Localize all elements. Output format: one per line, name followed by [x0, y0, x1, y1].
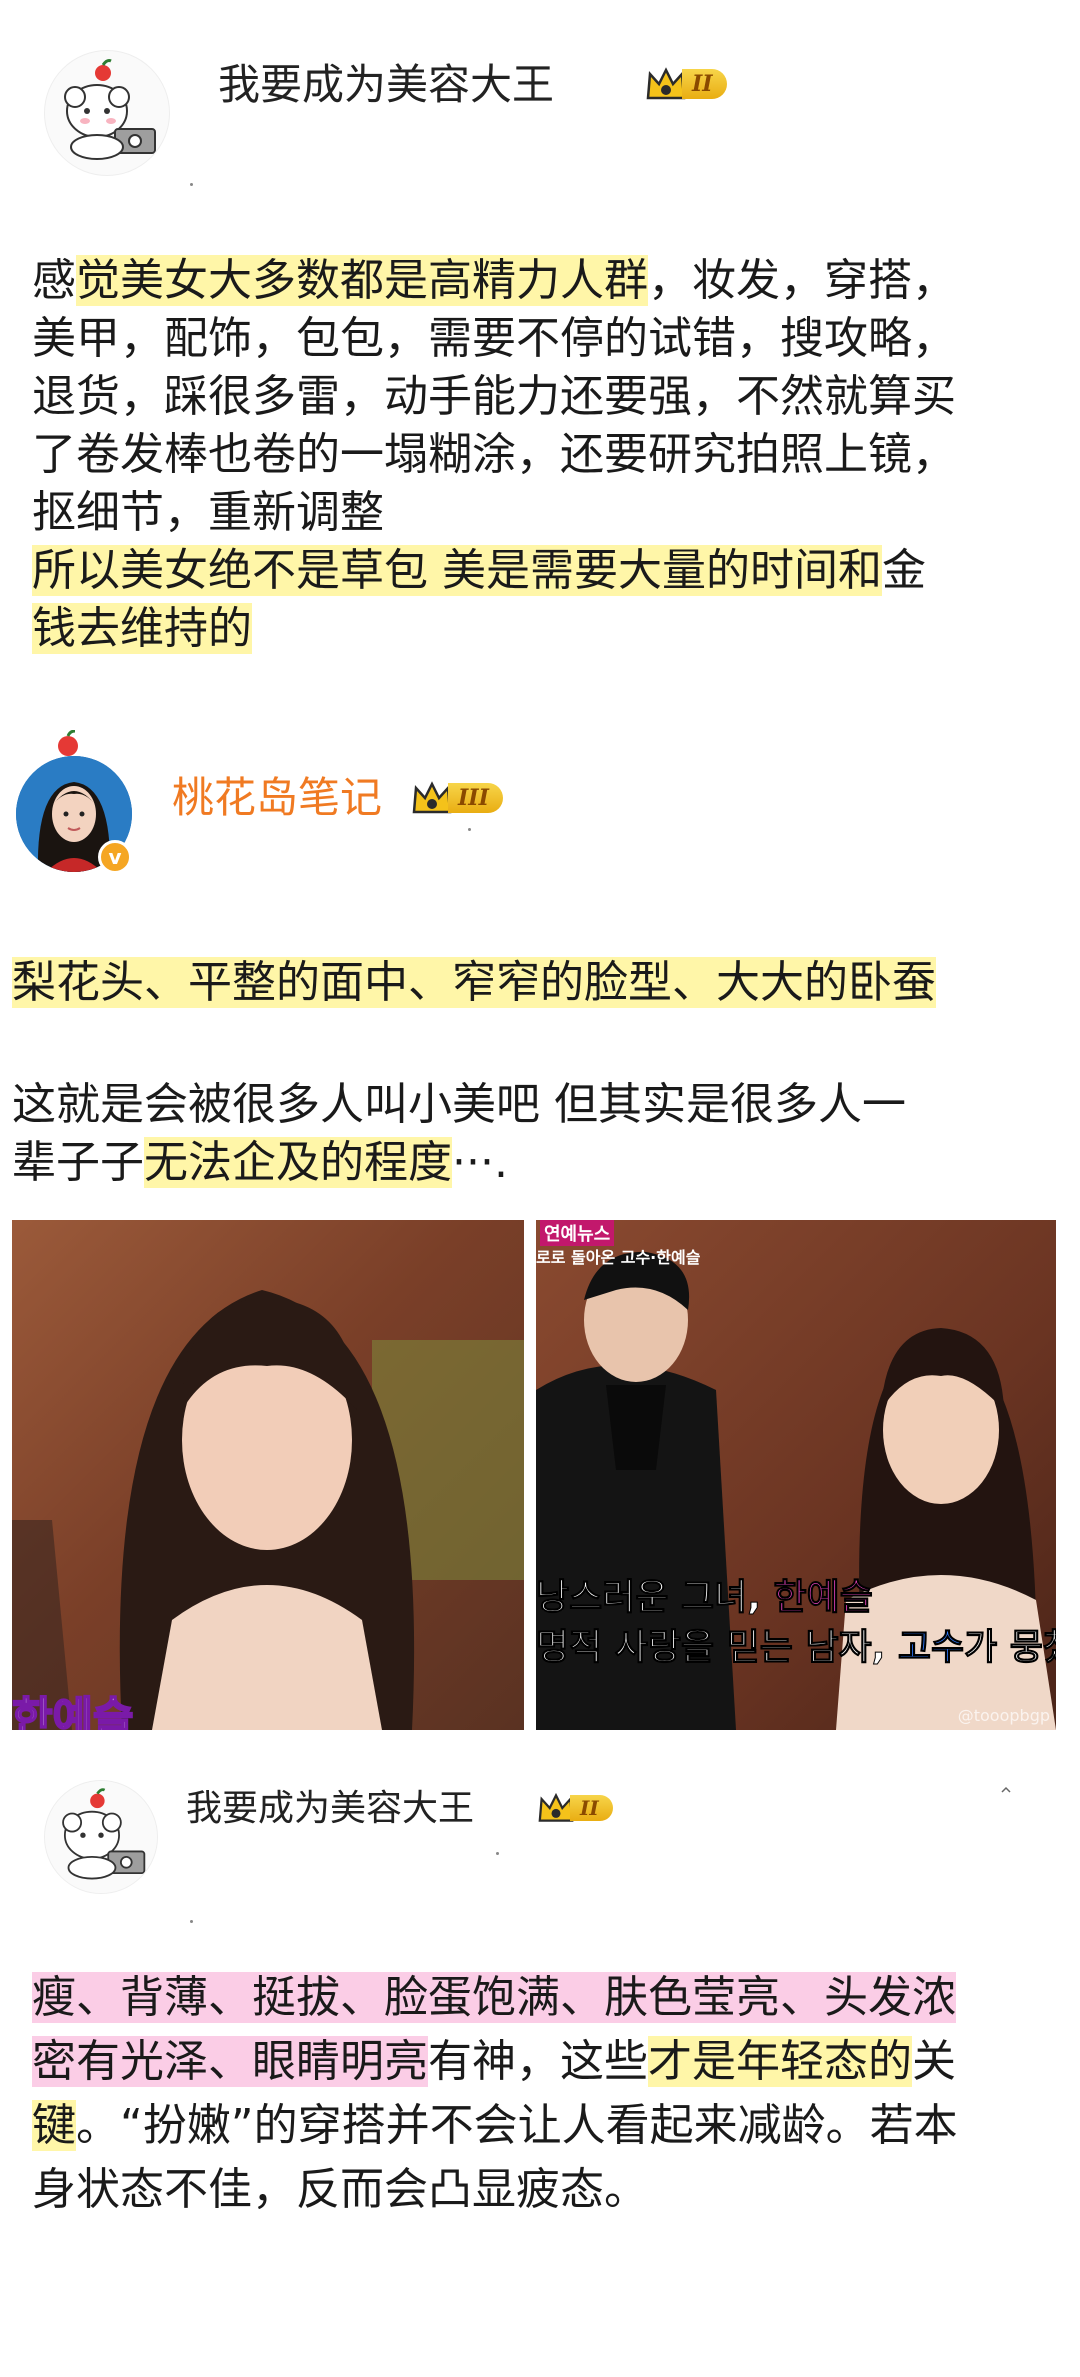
- text: 명적 사랑을 믿는 남자,: [536, 1627, 898, 1669]
- text: 美甲，配饰，包包，需要不停的试错，搜攻略，: [32, 313, 956, 364]
- verified-icon: v: [98, 840, 132, 874]
- level-label: III: [448, 783, 503, 813]
- text: 退货，踩很多雷，动手能力还要强，不然就算买: [32, 371, 956, 422]
- text-line: 退货，踩很多雷，动手能力还要强，不然就算买: [32, 368, 1052, 426]
- highlight: 瘦、背薄、挺拔、脸蛋饱满、肤色莹亮、头发浓: [32, 1972, 956, 2023]
- text: 有神，这些: [428, 2036, 648, 2087]
- divider-dot: [190, 183, 193, 186]
- level-badge: II: [536, 1788, 613, 1828]
- level-badge: II: [644, 64, 727, 104]
- text-line: 密有光泽、眼睛明亮有神，这些才是年轻态的关: [32, 2030, 1062, 2094]
- post-text: 瘦、背薄、挺拔、脸蛋饱满、肤色莹亮、头发浓 密有光泽、眼睛明亮有神，这些才是年轻态…: [32, 1966, 1062, 2222]
- highlight: 觉美女大多数都是高精力人群: [76, 255, 648, 306]
- text: 了卷发棒也卷的一塌糊涂，还要研究拍照上镜，: [32, 429, 956, 480]
- highlight: 键: [32, 2100, 76, 2151]
- text: 한예슬: [773, 1577, 873, 1619]
- text-line: 钱去维持的: [32, 600, 1052, 658]
- news-subtitle: 로로 돌아온 고수·한예슬: [536, 1248, 701, 1267]
- text-line: 美甲，配饰，包包，需要不停的试错，搜攻略，: [32, 310, 1052, 368]
- divider-dot: [468, 828, 471, 831]
- text-line: 了卷发棒也卷的一塌糊涂，还要研究拍照上镜，: [32, 426, 1052, 484]
- text-line: 瘦、背薄、挺拔、脸蛋饱满、肤色莹亮、头发浓: [32, 1966, 1062, 2030]
- text-line: 抠细节，重新调整: [32, 484, 1052, 542]
- text-line: 身状态不佳，反而会凸显疲态。: [32, 2158, 1062, 2222]
- highlight: 钱去维持的: [32, 603, 252, 654]
- text: 关: [912, 2036, 956, 2087]
- subtitle-line-2: 명적 사랑을 믿는 남자, 고수가 뭉쳤: [536, 1618, 1056, 1670]
- text: 身状态不佳，反而会凸显疲态。: [32, 2164, 648, 2215]
- text: 抠细节，重新调整: [32, 487, 384, 538]
- level-badge: III: [410, 778, 503, 818]
- divider-dot: [190, 1920, 193, 1923]
- text: 辈子子: [12, 1137, 144, 1188]
- level-label: II: [682, 69, 727, 99]
- highlight: 密有光泽、眼睛明亮: [32, 2036, 428, 2087]
- post-text-line: 这就是会被很多人叫小美吧 但其实是很多人一: [12, 1076, 1072, 1134]
- highlight: 所以美女绝不是草包 美是需要大量的时间和: [32, 545, 882, 596]
- text: 낭스러운 그녀,: [536, 1577, 774, 1619]
- highlight: 无法企及的程度: [144, 1137, 452, 1188]
- text-line: 键。“扮嫩”的穿搭并不会让人看起来减龄。若本: [32, 2094, 1062, 2158]
- username[interactable]: 桃花岛笔记: [172, 768, 382, 828]
- photo-left-image: [12, 1290, 524, 1730]
- subtitle-line-1: 낭스러운 그녀, 한예슬: [536, 1568, 873, 1620]
- username[interactable]: 我要成为美容大王: [186, 1782, 474, 1836]
- watermark: @tooopbgp: [957, 1706, 1050, 1725]
- text: ，妆发，穿搭，: [648, 255, 956, 306]
- username[interactable]: 我要成为美容大王: [218, 55, 554, 115]
- post-text-line: 梨花头、平整的面中、窄窄的脸型、大大的卧蚕: [12, 954, 1072, 1012]
- level-label: II: [570, 1795, 613, 1821]
- post-text-line: 辈子子无法企及的程度···.: [12, 1134, 1072, 1192]
- text: 가 뭉쳤: [964, 1627, 1056, 1669]
- photo-right[interactable]: 연예뉴스 로로 돌아온 고수·한예슬 낭스러운 그녀, 한예슬 명적 사랑을 믿…: [536, 1220, 1056, 1730]
- post-text: 感觉美女大多数都是高精力人群，妆发，穿搭， 美甲，配饰，包包，需要不停的试错，搜攻…: [32, 252, 1052, 658]
- post-3: 我要成为美容大王 II 瘦、背薄、挺拔、脸蛋饱满、肤色莹亮、头发浓 密有光泽、眼睛…: [0, 1760, 1080, 2377]
- chevron-up-icon[interactable]: [996, 1780, 1016, 1800]
- highlight: 梨花头、平整的面中、窄窄的脸型、大大的卧蚕: [12, 957, 936, 1008]
- text-line: 感觉美女大多数都是高精力人群，妆发，穿搭，: [32, 252, 1052, 310]
- highlight: 才是年轻态的: [648, 2036, 912, 2087]
- text: 金: [882, 545, 926, 596]
- news-tag: 연예뉴스: [540, 1220, 615, 1246]
- text: 고수: [897, 1627, 965, 1669]
- avatar[interactable]: [44, 50, 170, 176]
- post-2: v 桃花岛笔记 III 梨花头、平整的面中、窄窄的脸型、大大的卧蚕 这就是会被很…: [0, 720, 1080, 1730]
- text: 感: [32, 255, 76, 306]
- text: 这就是会被很多人叫小美吧 但其实是很多人一: [12, 1079, 906, 1130]
- divider-dot: [496, 1852, 499, 1855]
- text-line: 所以美女绝不是草包 美是需要大量的时间和金: [32, 542, 1052, 600]
- post-1: 我要成为美容大王 II 感觉美女大多数都是高精力人群，妆发，穿搭， 美甲，配饰，包…: [0, 0, 1080, 720]
- text: 。“扮嫩”的穿搭并不会让人看起来减龄。若本: [76, 2100, 958, 2151]
- caption: 한예슬: [12, 1692, 134, 1730]
- text: ···.: [452, 1137, 508, 1188]
- photo-left[interactable]: 한예슬: [12, 1220, 524, 1730]
- avatar[interactable]: [44, 1780, 158, 1894]
